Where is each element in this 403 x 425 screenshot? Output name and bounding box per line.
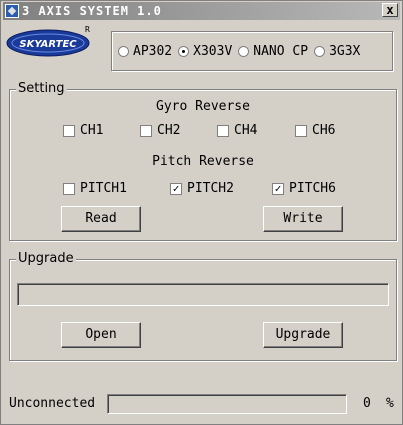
main-window: 3 AXIS SYSTEM 1.0 x SKYARTEC R AP302 X30… bbox=[0, 0, 403, 425]
upgrade-group-title: Upgrade bbox=[16, 251, 76, 266]
radio-ap302[interactable] bbox=[118, 45, 129, 57]
model-label: NANO CP bbox=[253, 43, 309, 59]
model-option-nano-cp[interactable]: NANO CP bbox=[238, 44, 308, 59]
pitch-pitch1[interactable]: PITCH1 bbox=[63, 181, 127, 196]
model-label: 3G3X bbox=[329, 43, 361, 59]
model-label: X303V bbox=[193, 43, 233, 59]
checkbox-ch1[interactable] bbox=[63, 124, 75, 137]
checkbox-label: CH4 bbox=[234, 123, 258, 138]
write-button[interactable]: Write bbox=[263, 206, 343, 232]
pitch-pitch6[interactable]: ✓ PITCH6 bbox=[272, 181, 336, 196]
gyro-ch6[interactable]: CH6 bbox=[295, 123, 335, 138]
open-button[interactable]: Open bbox=[61, 322, 141, 348]
connection-status: Unconnected bbox=[9, 396, 96, 411]
model-selector: AP302 X303V NANO CP 3G3X bbox=[111, 31, 393, 71]
checkbox-ch4[interactable] bbox=[217, 124, 229, 137]
checkbox-label: CH2 bbox=[157, 123, 181, 138]
gyro-reverse-label: Gyro Reverse bbox=[156, 99, 250, 114]
read-button[interactable]: Read bbox=[61, 206, 141, 232]
setting-group: Setting Gyro Reverse CH1 CH2 CH4 CH6 Pit… bbox=[9, 81, 397, 241]
checkbox-label: PITCH1 bbox=[80, 181, 127, 196]
upgrade-button[interactable]: Upgrade bbox=[263, 322, 343, 348]
title-bar[interactable]: 3 AXIS SYSTEM 1.0 x bbox=[3, 2, 400, 20]
model-option-3g3x[interactable]: 3G3X bbox=[314, 44, 360, 59]
gyro-ch2[interactable]: CH2 bbox=[140, 123, 180, 138]
gyro-ch1[interactable]: CH1 bbox=[63, 123, 103, 138]
checkbox-pitch2[interactable]: ✓ bbox=[170, 182, 182, 195]
radio-x303v[interactable] bbox=[178, 45, 190, 57]
model-option-x303v[interactable]: X303V bbox=[178, 44, 232, 59]
window-title: 3 AXIS SYSTEM 1.0 bbox=[22, 4, 162, 18]
registered-mark: R bbox=[85, 25, 90, 34]
checkbox-label: PITCH6 bbox=[289, 181, 336, 196]
gyro-ch4[interactable]: CH4 bbox=[217, 123, 257, 138]
model-option-ap302[interactable]: AP302 bbox=[118, 44, 172, 59]
checkbox-ch6[interactable] bbox=[295, 124, 307, 137]
setting-group-title: Setting bbox=[16, 81, 67, 96]
radio-nano-cp[interactable] bbox=[238, 45, 250, 57]
radio-3g3x[interactable] bbox=[314, 45, 326, 57]
checkbox-label: CH1 bbox=[80, 123, 104, 138]
upgrade-progress-bar bbox=[17, 283, 389, 306]
checkbox-pitch1[interactable] bbox=[63, 182, 75, 195]
checkbox-label: PITCH2 bbox=[187, 181, 234, 196]
app-icon bbox=[5, 4, 19, 18]
status-progress-bar bbox=[107, 394, 347, 414]
progress-unit: % bbox=[386, 396, 394, 411]
checkbox-pitch6[interactable]: ✓ bbox=[272, 182, 284, 195]
checkbox-ch2[interactable] bbox=[140, 124, 152, 137]
pitch-reverse-label: Pitch Reverse bbox=[152, 154, 254, 169]
pitch-pitch2[interactable]: ✓ PITCH2 bbox=[170, 181, 234, 196]
skyartec-logo: SKYARTEC bbox=[6, 29, 90, 57]
progress-value: 0 bbox=[363, 396, 371, 411]
upgrade-group: Upgrade Open Upgrade bbox=[9, 251, 397, 361]
logo-text: SKYARTEC bbox=[19, 39, 77, 50]
model-label: AP302 bbox=[133, 43, 173, 59]
checkbox-label: CH6 bbox=[312, 123, 336, 138]
close-button[interactable]: x bbox=[382, 3, 398, 17]
